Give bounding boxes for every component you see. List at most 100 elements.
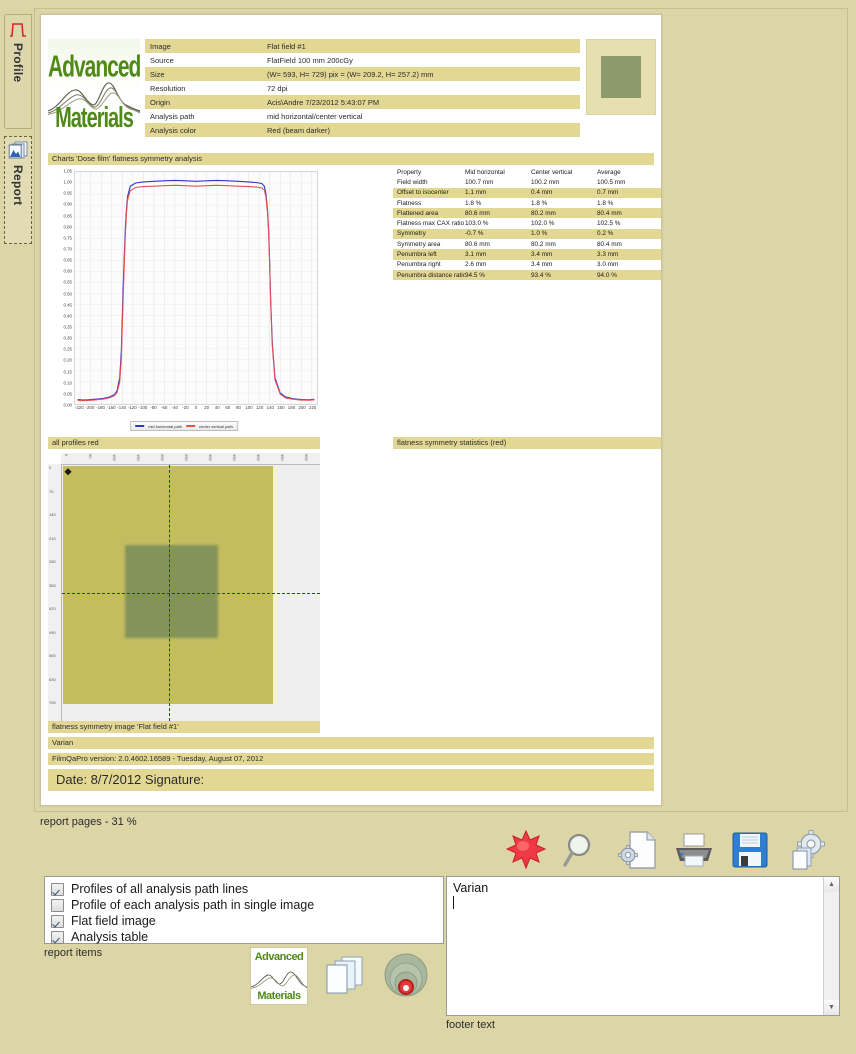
cell-avg: 3.0 mm [597,261,619,269]
cell-avg: 94.0 % [597,271,617,279]
target-icon-button[interactable] [380,949,432,1004]
profiles-caption-bar: all profiles red [48,437,320,449]
cell-property: Symmetry area [397,240,441,248]
footer-text-scrollbar[interactable]: ▲ ▼ [823,877,839,1015]
cell-property: Penumbra distance ratio [397,271,465,279]
table-row: Offset to isocenter 1.1 mm 0.4 mm 0.7 mm [393,187,661,198]
page-setup-button[interactable] [616,828,660,872]
ruler-tick-label: 500 [304,454,309,461]
report-preview-page[interactable]: Advanced Materials Image Flat field #1 So… [40,14,662,806]
cell-mid: 1.8 % [465,199,482,207]
option-analysis-table[interactable]: Analysis table [51,929,443,945]
x-tick-label: 80 [235,405,241,410]
cell-mid: -0.7 % [465,230,484,238]
x-tick-label: 160 [277,405,285,410]
y-tick-label: 0.00 [63,402,72,408]
legend-label-mid-horizontal: mid horizontal path [148,423,182,429]
checkbox-profiles-all-paths[interactable] [51,882,64,896]
cell-avg: 80.4 mm [597,240,622,248]
x-tick-label: -180 [96,405,105,410]
cell-property: Offset to isocenter [397,189,449,197]
pages-gear-icon [792,830,825,870]
cell-mid: 103.0 % [465,220,489,228]
checkbox-profile-single-image[interactable] [51,898,64,912]
info-key: Size [150,69,165,79]
x-tick-label: -160 [106,405,116,410]
scroll-down-arrow-icon[interactable]: ▼ [824,1000,839,1015]
x-tick-label: 220 [309,405,317,410]
save-button[interactable] [728,828,772,872]
y-tick-label: 0.30 [63,335,72,341]
scroll-up-arrow-icon[interactable]: ▲ [824,877,839,892]
y-tick-label: 0.50 [63,291,72,297]
floppy-disk-icon [732,832,768,868]
x-tick-label: -100 [138,405,148,410]
y-tick-label: 0.25 [63,346,72,352]
view-tab-strip: Profile Report [4,14,34,1034]
ruler-tick-label: 200 [160,454,165,461]
ruler-tick-label: 300 [208,454,213,461]
ruler-tick-label: 70 [49,488,54,494]
y-tick-label: 0.40 [63,313,72,319]
print-button[interactable] [672,828,716,872]
option-profile-single-image[interactable]: Profile of each analysis path in single … [51,897,443,913]
y-tick-label: 0.60 [63,268,72,274]
x-tick-label: -60 [160,405,168,410]
x-tick-label: 40 [214,405,220,410]
option-flat-field-image[interactable]: Flat field image [51,913,443,929]
signature-bar: Date: 8/7/2012 Signature: [48,769,654,791]
thumbnail-field-square [601,56,641,98]
table-row: Resolution 72 dpi [145,81,580,95]
cell-center: 0.4 mm [531,189,553,197]
table-row: Symmetry area 80.6 mm 80.2 mm 80.4 mm [393,239,661,250]
cell-property: Penumbra right [397,261,441,269]
cell-property: Flatness max CAX ratio [397,220,465,228]
cell-center: 93.4 % [531,271,551,279]
logo-image-button[interactable]: Advanced Materials [250,947,308,1005]
table-row: Penumbra distance ratio 94.5 % 93.4 % 94.0 … [393,269,661,281]
pages-icon-button[interactable] [318,949,370,1004]
y-tick-label: 0.10 [63,380,72,386]
tab-report-label: Report [11,165,25,206]
info-key: Analysis path [150,111,195,121]
pages-settings-button[interactable] [784,828,828,872]
new-report-button[interactable] [504,828,548,872]
logo-line-1: Advanced [48,50,140,84]
table-row: Flattened area 80.6 mm 80.2 mm 80.4 mm [393,208,661,219]
ruler-tick-label: 700 [49,700,56,705]
checkbox-flat-field-image[interactable] [51,914,64,928]
option-profiles-all-paths[interactable]: Profiles of all analysis path lines [51,881,443,897]
checkbox-analysis-table[interactable] [51,930,64,944]
charts-section-bar: Charts 'Dose film' flatness symmetry ana… [48,153,654,165]
footer-text-content[interactable]: Varian [453,881,821,911]
tab-report[interactable]: Report [4,136,32,244]
ruler-tick-label: 630 [49,676,56,682]
table-row: Analysis path mid horizontal/center verti… [145,109,580,123]
radiation-field-square [125,545,218,638]
x-tick-label: 100 [245,405,253,410]
preview-button[interactable] [560,828,604,872]
ruler-tick-label: 350 [232,454,237,461]
concentric-target-icon [384,953,428,996]
film-edge-glow [273,466,277,704]
info-value: 72 dpi [267,83,288,93]
y-tick-label: 0.15 [63,369,72,375]
brand-logo-line-1: Advanced [254,951,304,963]
cell-mid: 1.1 mm [465,189,487,197]
y-tick-label: 0.55 [63,279,72,285]
info-value: (W= 593, H= 729) pix = (W= 209.2, H= 257… [267,69,434,79]
cell-center: 100.2 mm [531,178,560,186]
cell-property: Symmetry [397,230,426,238]
cell-property: Flattened area [397,209,439,217]
cell-mid: 80.6 mm [465,209,490,217]
table-row: Flatness max CAX ratio 103.0 % 102.0 % 102.… [393,218,661,229]
x-tick-label: 120 [255,405,264,410]
footer-text-editor[interactable]: Varian ▲ ▼ [446,876,840,1016]
ruler-tick-label: 420 [49,606,56,611]
ruler-tick-label: 250 [184,454,189,461]
info-key: Analysis color [150,125,197,135]
col-header-average: Average [597,168,621,176]
tab-profile[interactable]: Profile [4,14,32,129]
ruler-tick-label: 490 [49,629,56,635]
option-label: Analysis table [71,930,149,944]
